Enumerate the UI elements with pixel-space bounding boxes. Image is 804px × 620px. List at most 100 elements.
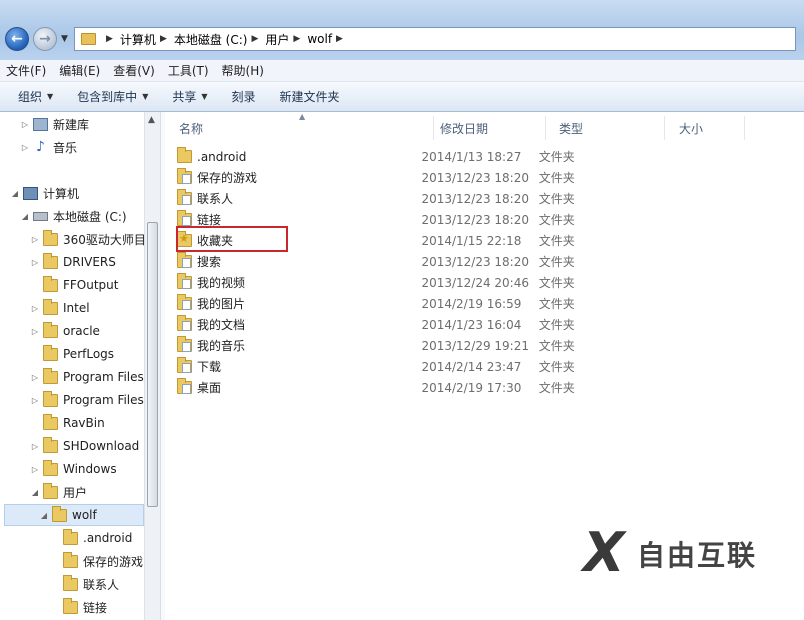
burn-button[interactable]: 刻录 xyxy=(232,88,256,105)
nav-item-folder[interactable]: ▷ Program Files xyxy=(30,366,144,388)
file-row[interactable]: 搜索 2013/12/23 18:20 文件夹 xyxy=(177,251,617,272)
breadcrumb-local-disk[interactable]: 本地磁盘 (C:) xyxy=(174,31,248,48)
chevron-right-icon[interactable]: ▶ xyxy=(106,34,113,44)
file-date: 2013/12/23 18:20 xyxy=(421,170,529,185)
chevron-down-icon: ▼ xyxy=(142,92,149,101)
expand-icon[interactable]: ▷ xyxy=(20,143,30,152)
watermark-brand: 自由互联 xyxy=(637,539,758,572)
breadcrumb-wolf[interactable]: wolf xyxy=(307,32,332,46)
column-header-name[interactable]: 名称 xyxy=(165,116,434,140)
menu-help[interactable]: 帮助(H) xyxy=(222,62,264,79)
menu-edit[interactable]: 编辑(E) xyxy=(59,62,100,79)
nav-item-folder[interactable]: ▷ SHDownload xyxy=(30,435,139,457)
collapse-icon[interactable]: ◢ xyxy=(20,212,30,221)
file-row[interactable]: 下载 2014/2/14 23:47 文件夹 xyxy=(177,356,617,377)
menu-tools[interactable]: 工具(T) xyxy=(168,62,209,79)
new-folder-button[interactable]: 新建文件夹 xyxy=(280,88,340,105)
menu-view[interactable]: 查看(V) xyxy=(113,62,155,79)
nav-item-folder[interactable]: PerfLogs xyxy=(30,343,114,365)
expand-icon[interactable]: ▷ xyxy=(20,120,30,129)
file-row[interactable]: .android 2014/1/13 18:27 文件夹 xyxy=(177,146,617,167)
folder-icon xyxy=(43,367,58,384)
file-name: 搜索 xyxy=(197,255,222,269)
organize-button[interactable]: 组织 ▼ xyxy=(18,88,53,105)
nav-scrollbar[interactable]: ▲ xyxy=(144,112,160,620)
file-name: 保存的游戏 xyxy=(197,171,258,185)
file-row[interactable]: 联系人 2013/12/23 18:20 文件夹 xyxy=(177,188,617,209)
expand-icon[interactable]: ▷ xyxy=(30,258,40,267)
collapse-icon[interactable]: ◢ xyxy=(30,488,40,497)
nav-item-folder[interactable]: 保存的游戏 xyxy=(50,550,143,572)
column-header-type[interactable]: 类型 xyxy=(545,116,665,140)
folder-icon xyxy=(63,528,78,545)
nav-item-folder[interactable]: ▷ Intel xyxy=(30,297,90,319)
search-folder-icon xyxy=(177,252,192,268)
desktop-folder-icon xyxy=(177,378,192,394)
nav-item-folder[interactable]: ▷ DRIVERS xyxy=(30,251,116,273)
folder-icon xyxy=(43,459,58,476)
nav-item-folder[interactable]: ▷ Program Files xyxy=(30,389,144,411)
nav-item-music[interactable]: ▷ ♪ 音乐 xyxy=(20,136,77,158)
file-row[interactable]: 我的文档 2014/1/23 16:04 文件夹 xyxy=(177,314,617,335)
file-date: 2014/2/14 23:47 xyxy=(421,359,522,374)
nav-item-folder[interactable]: ◢ 用户 xyxy=(30,481,87,503)
nav-item-folder[interactable]: 联系人 xyxy=(50,573,119,595)
nav-item-new-library[interactable]: ▷ 新建库 xyxy=(20,113,89,135)
chevron-right-icon[interactable]: ▶ xyxy=(160,34,167,44)
file-row[interactable]: 桌面 2014/2/19 17:30 文件夹 xyxy=(177,377,617,398)
back-button[interactable]: ← xyxy=(5,27,29,51)
file-name: 我的音乐 xyxy=(197,339,246,353)
file-date: 2014/2/19 16:59 xyxy=(421,296,522,311)
file-row[interactable]: 我的视频 2013/12/24 20:46 文件夹 xyxy=(177,272,617,293)
pictures-folder-icon xyxy=(177,294,192,310)
breadcrumb-computer[interactable]: 计算机 xyxy=(120,31,156,48)
column-header-size[interactable]: 大小 xyxy=(665,116,745,140)
include-in-library-button[interactable]: 包含到库中 ▼ xyxy=(77,88,148,105)
column-header-date[interactable]: 修改日期 xyxy=(426,116,546,140)
file-name: 联系人 xyxy=(197,192,234,206)
expand-icon[interactable]: ▷ xyxy=(30,373,40,382)
file-row[interactable]: 保存的游戏 2013/12/23 18:20 文件夹 xyxy=(177,167,617,188)
nav-item-folder[interactable]: RavBin xyxy=(30,412,105,434)
nav-item-folder[interactable]: .android xyxy=(50,527,132,549)
chevron-right-icon[interactable]: ▶ xyxy=(293,34,300,44)
watermark-logo: X 自由互联 xyxy=(533,478,804,620)
nav-item-label: Program Files xyxy=(63,393,144,407)
nav-item-folder[interactable]: 链接 xyxy=(50,596,107,618)
nav-item-computer[interactable]: ◢ 计算机 xyxy=(10,182,79,204)
nav-item-local-disk[interactable]: ◢ 本地磁盘 (C:) xyxy=(20,205,127,227)
menu-file[interactable]: 文件(F) xyxy=(6,62,46,79)
nav-item-folder[interactable]: ▷ 360驱动大师目 xyxy=(30,228,146,250)
collapse-icon[interactable]: ◢ xyxy=(10,189,20,198)
folder-icon xyxy=(43,344,58,361)
nav-item-label: 计算机 xyxy=(43,186,80,201)
organize-label: 组织 xyxy=(18,90,43,104)
expand-icon[interactable]: ▷ xyxy=(30,304,40,313)
music-icon: ♪ xyxy=(36,138,45,155)
expand-icon[interactable]: ▷ xyxy=(30,442,40,451)
nav-item-folder[interactable]: ▷ Windows xyxy=(30,458,117,480)
expand-icon[interactable]: ▷ xyxy=(30,327,40,336)
file-date: 2013/12/23 18:20 xyxy=(421,212,529,227)
links-icon xyxy=(63,597,78,614)
recent-pages-dropdown-icon[interactable]: ▼ xyxy=(61,34,68,44)
scroll-thumb[interactable] xyxy=(147,222,158,507)
expand-icon[interactable]: ▷ xyxy=(30,396,40,405)
address-bar[interactable]: ▶ 计算机 ▶ 本地磁盘 (C:) ▶ 用户 ▶ wolf ▶ xyxy=(74,27,796,51)
file-row[interactable]: 我的图片 2014/2/19 16:59 文件夹 xyxy=(177,293,617,314)
nav-item-folder[interactable]: ▷ oracle xyxy=(30,320,100,342)
file-row[interactable]: 我的音乐 2013/12/29 19:21 文件夹 xyxy=(177,335,617,356)
forward-button[interactable]: → xyxy=(33,27,57,51)
collapse-icon[interactable]: ◢ xyxy=(39,511,49,520)
expand-icon[interactable]: ▷ xyxy=(30,235,40,244)
chevron-right-icon[interactable]: ▶ xyxy=(336,34,343,44)
nav-item-folder[interactable]: FFOutput xyxy=(30,274,119,296)
nav-item-wolf-selected[interactable]: ◢ wolf xyxy=(4,504,144,526)
breadcrumb-users[interactable]: 用户 xyxy=(265,31,289,48)
chevron-right-icon[interactable]: ▶ xyxy=(251,34,258,44)
scroll-up-icon[interactable]: ▲ xyxy=(148,115,155,125)
file-type: 文件夹 xyxy=(538,192,575,206)
file-type: 文件夹 xyxy=(538,339,575,353)
share-button[interactable]: 共享 ▼ xyxy=(172,88,207,105)
expand-icon[interactable]: ▷ xyxy=(30,465,40,474)
